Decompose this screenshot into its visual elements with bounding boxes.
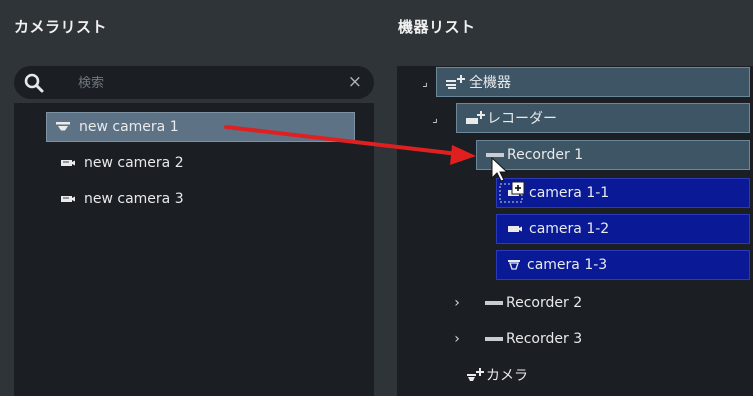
drag-arrow-overlay — [224, 125, 525, 203]
drop-target-icon — [499, 181, 525, 203]
mouse-cursor-icon — [491, 156, 509, 182]
drag-arrow — [224, 125, 476, 165]
